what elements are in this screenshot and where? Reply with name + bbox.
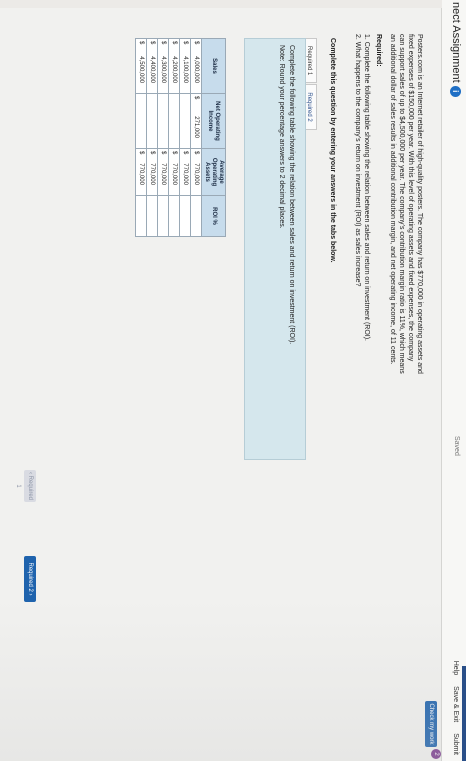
currency-symbol: $ xyxy=(160,151,166,155)
next-button[interactable]: Required 2 › xyxy=(24,556,36,602)
average-assets-cell: $770,000 xyxy=(157,148,169,196)
sales-cell: $4,200,000 xyxy=(168,38,180,94)
previous-button[interactable]: ‹ Required 1 xyxy=(15,470,36,502)
currency-symbol: $ xyxy=(149,151,155,155)
sales-cell: $4,300,000 xyxy=(157,38,169,94)
roi-cell[interactable] xyxy=(168,195,180,237)
required-heading: Required: xyxy=(375,34,382,67)
currency-symbol: $ xyxy=(171,151,177,155)
problem-text: Posters.com is an Internet retailer of h… xyxy=(389,34,423,374)
header-net-operating-income: Net Operating Income xyxy=(201,93,226,149)
roi-input[interactable] xyxy=(136,198,146,228)
average-assets-cell-value: 770,000 xyxy=(149,163,155,185)
tab-bar: Required 1Required 2 xyxy=(301,38,321,131)
net-operating-income-cell-value: 271,000 xyxy=(193,116,199,138)
net-operating-income-cell: $271,000 xyxy=(190,93,202,149)
panel-note: Note: Round your percentage answers to 2… xyxy=(278,45,285,229)
average-assets-cell: $770,000 xyxy=(190,148,202,196)
requirements-list: 1. Complete the following table showing … xyxy=(353,34,371,434)
header-sales: Sales xyxy=(201,38,226,94)
average-assets-cell: $770,000 xyxy=(135,148,147,196)
top-links: Help Save & Exit Submit xyxy=(452,652,459,755)
saved-status: Saved xyxy=(453,436,460,456)
table-header-row: Sales Net Operating Income Average Opera… xyxy=(201,38,226,237)
check-count-badge: 2 xyxy=(431,749,441,759)
info-icon[interactable]: i xyxy=(450,85,462,97)
roi-input[interactable] xyxy=(158,198,168,228)
assignment-title: nect Assignment i xyxy=(450,2,462,97)
top-bar: nect Assignment i Saved Help Save & Exit … xyxy=(441,0,466,761)
sales-cell-value: 4,400,000 xyxy=(149,56,155,83)
average-assets-cell-value: 770,000 xyxy=(160,163,166,185)
roi-input[interactable] xyxy=(169,198,179,228)
average-assets-cell-value: 770,000 xyxy=(182,163,188,185)
currency-symbol: $ xyxy=(182,151,188,155)
currency-symbol: $ xyxy=(182,41,188,45)
roi-input[interactable] xyxy=(191,198,201,228)
table-row: $4,200,000 $770,000 xyxy=(168,38,180,237)
average-assets-cell-value: 770,000 xyxy=(171,163,177,185)
sales-cell-value: 4,200,000 xyxy=(171,56,177,83)
instruction-panel: Complete the following table showing the… xyxy=(244,38,306,460)
sales-cell: $4,100,000 xyxy=(179,38,191,94)
sales-cell-value: 4,000,000 xyxy=(193,56,199,83)
instructions: Complete this question by entering your … xyxy=(329,38,336,263)
requirement-2: 2. What happens to the company’s return … xyxy=(354,34,361,287)
currency-symbol: $ xyxy=(193,96,199,100)
sales-cell: $4,500,000 xyxy=(135,38,147,94)
average-assets-cell: $770,000 xyxy=(179,148,191,196)
net-operating-income-cell[interactable] xyxy=(135,93,147,149)
left-gutter xyxy=(0,0,442,8)
currency-symbol: $ xyxy=(160,41,166,45)
requirement-1: 1. Complete the following table showing … xyxy=(363,34,370,342)
sales-cell: $4,000,000 xyxy=(190,38,202,94)
sales-cell-value: 4,300,000 xyxy=(160,56,166,83)
currency-symbol: $ xyxy=(138,151,144,155)
currency-symbol: $ xyxy=(193,41,199,45)
roi-input[interactable] xyxy=(147,198,157,228)
table-row: $4,300,000 $770,000 xyxy=(157,38,169,237)
bottom-navigation: ‹ Required 1 Required 2 › xyxy=(15,0,36,761)
average-assets-cell: $770,000 xyxy=(146,148,158,196)
sales-cell-value: 4,500,000 xyxy=(138,56,144,83)
screen-glare xyxy=(0,600,442,761)
panel-instruction: Complete the following table showing the… xyxy=(288,45,295,345)
net-operating-income-cell[interactable] xyxy=(146,93,158,149)
check-my-work-button[interactable]: Check my work xyxy=(425,701,437,747)
submit-link[interactable]: Submit xyxy=(452,733,459,755)
currency-symbol: $ xyxy=(138,41,144,45)
roi-cell[interactable] xyxy=(146,195,158,237)
roi-table-body: $4,000,000 $271,000 $770,000 $4,100,000 $770… xyxy=(135,38,202,237)
table-row: $4,100,000 $770,000 xyxy=(179,38,191,237)
roi-cell[interactable] xyxy=(157,195,169,237)
net-operating-income-cell[interactable] xyxy=(168,93,180,149)
header-roi: ROI % xyxy=(201,195,226,237)
net-operating-income-cell[interactable] xyxy=(179,93,191,149)
table-row: $4,400,000 $770,000 xyxy=(146,38,158,237)
assignment-title-text: nect Assignment xyxy=(450,2,462,83)
roi-input[interactable] xyxy=(180,198,190,228)
help-link[interactable]: Help xyxy=(452,661,459,675)
currency-symbol: $ xyxy=(193,151,199,155)
assignment-page: nect Assignment i Saved Help Save & Exit … xyxy=(0,0,466,761)
sales-cell: $4,400,000 xyxy=(146,38,158,94)
header-average-operating-assets: Average Operating Assets xyxy=(201,148,226,196)
sales-cell-value: 4,100,000 xyxy=(182,56,188,83)
table-row: $4,500,000 $770,000 xyxy=(135,38,147,237)
save-exit-link[interactable]: Save & Exit xyxy=(452,686,459,722)
roi-cell[interactable] xyxy=(135,195,147,237)
average-assets-cell: $770,000 xyxy=(168,148,180,196)
roi-cell[interactable] xyxy=(190,195,202,237)
roi-cell[interactable] xyxy=(179,195,191,237)
average-assets-cell-value: 770,000 xyxy=(193,163,199,185)
screen: nect Assignment i Saved Help Save & Exit … xyxy=(0,0,466,761)
average-assets-cell-value: 770,000 xyxy=(138,163,144,185)
table-row: $4,000,000 $271,000 $770,000 xyxy=(190,38,202,237)
roi-table: Sales Net Operating Income Average Opera… xyxy=(135,38,226,237)
net-operating-income-cell[interactable] xyxy=(157,93,169,149)
currency-symbol: $ xyxy=(149,41,155,45)
brand-strip xyxy=(462,666,466,761)
currency-symbol: $ xyxy=(171,41,177,45)
